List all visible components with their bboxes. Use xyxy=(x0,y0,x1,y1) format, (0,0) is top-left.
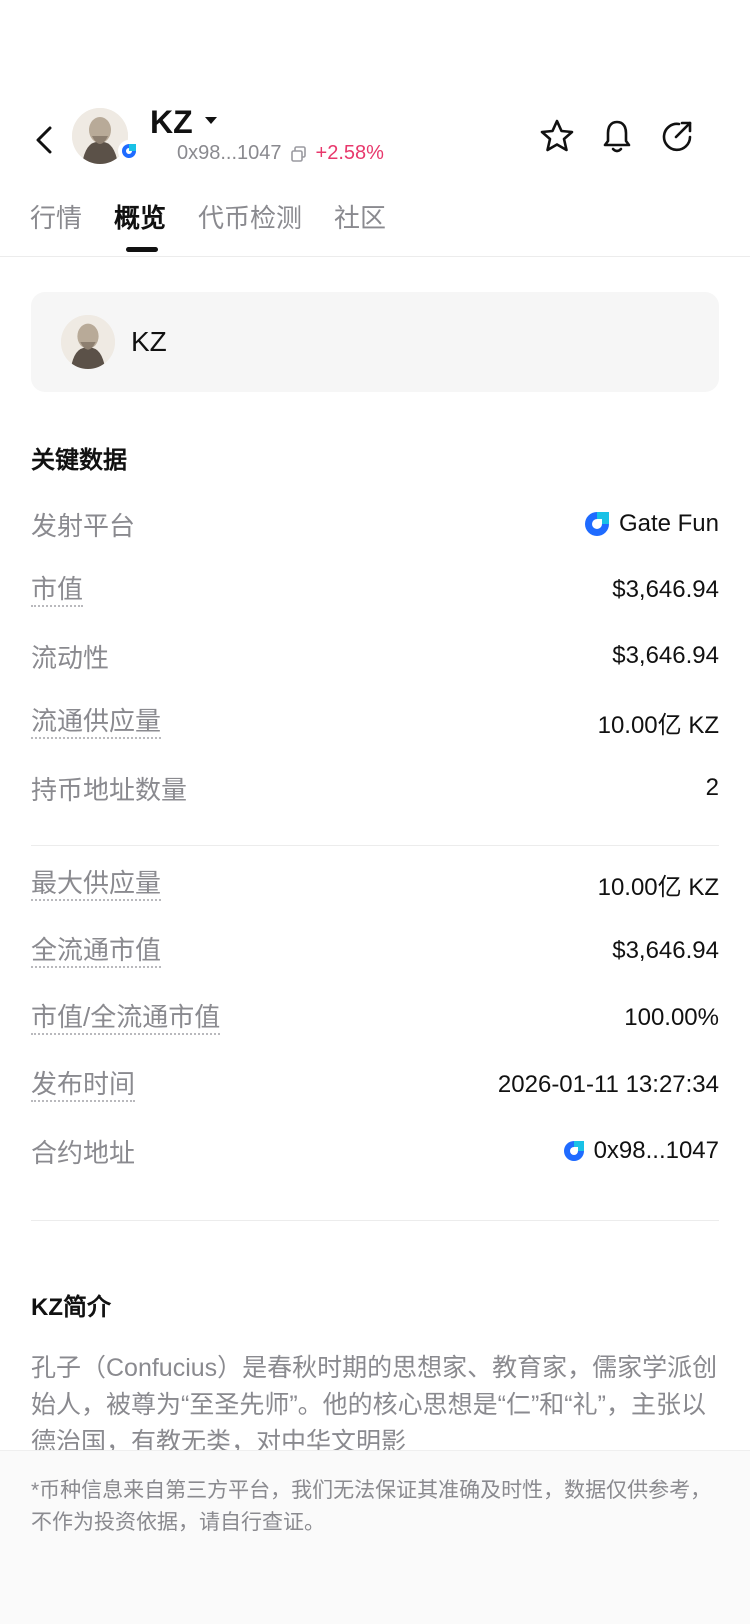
copy-icon[interactable] xyxy=(290,145,308,163)
chevron-down-icon[interactable] xyxy=(203,114,219,126)
row-launch-platform: 发射平台 Gate Fun xyxy=(31,504,719,544)
address-row: 0x98...1047 +2.58% xyxy=(177,142,384,165)
row-liquidity: 流动性 $3,646.94 xyxy=(31,636,719,676)
token-avatar-small xyxy=(61,315,115,369)
label-max-supply[interactable]: 最大供应量 xyxy=(31,867,162,901)
tabs-divider xyxy=(0,256,750,257)
gate-fun-logo-icon xyxy=(584,512,609,536)
row-contract-address: 合约地址 0x98...1047 xyxy=(31,1131,719,1171)
value-market-cap: $3,646.94 xyxy=(612,576,719,603)
token-card: KZ xyxy=(31,292,719,392)
tab-token-check[interactable]: 代币检测 xyxy=(198,198,302,246)
label-contract-address: 合约地址 xyxy=(31,1137,136,1168)
value-fdv: $3,646.94 xyxy=(612,937,719,964)
value-contract-address[interactable]: 0x98...1047 xyxy=(562,1137,719,1165)
row-market-cap: 市值 $3,646.94 xyxy=(31,570,719,610)
label-circulating-supply[interactable]: 流通供应量 xyxy=(31,705,162,739)
row-fdv: 全流通市值 $3,646.94 xyxy=(31,931,719,971)
value-mc-fdv-ratio: 100.00% xyxy=(624,1004,719,1031)
value-liquidity: $3,646.94 xyxy=(612,642,719,669)
launch-platform-text: Gate Fun xyxy=(618,510,719,537)
token-header: KZ 0x98...1047 +2.58% xyxy=(0,100,750,180)
key-data-divider xyxy=(31,845,719,846)
tab-market[interactable]: 行情 xyxy=(30,198,82,246)
value-launch-platform[interactable]: Gate Fun xyxy=(583,510,719,538)
row-holders: 持币地址数量 2 xyxy=(31,768,719,808)
contract-address-short: 0x98...1047 xyxy=(177,142,282,164)
row-circulating-supply: 流通供应量 10.00亿 KZ xyxy=(31,702,719,742)
price-change: +2.58% xyxy=(315,142,384,164)
label-liquidity: 流动性 xyxy=(31,642,110,673)
token-symbol[interactable]: KZ xyxy=(150,104,193,141)
tab-overview[interactable]: 概览 xyxy=(114,198,166,252)
label-fdv[interactable]: 全流通市值 xyxy=(31,934,162,968)
disclaimer-footer: *币种信息来自第三方平台，我们无法保证其准确及时性，数据仅供参考，不作为投资依据… xyxy=(0,1450,750,1624)
label-launch-platform: 发射平台 xyxy=(31,510,136,541)
share-icon[interactable] xyxy=(657,116,697,156)
tab-community[interactable]: 社区 xyxy=(334,198,386,246)
label-mc-fdv-ratio[interactable]: 市值/全流通市值 xyxy=(31,1001,221,1035)
token-card-name: KZ xyxy=(131,326,167,357)
star-icon[interactable] xyxy=(537,116,577,156)
intro-text: 孔子（Confucius）是春秋时期的思想家、教育家，儒家学派创始人，被尊为“至… xyxy=(31,1354,718,1450)
label-release-time[interactable]: 发布时间 xyxy=(31,1068,136,1102)
value-holders: 2 xyxy=(705,774,719,801)
disclaimer-text: *币种信息来自第三方平台，我们无法保证其准确及时性，数据仅供参考，不作为投资依据… xyxy=(31,1479,712,1534)
row-mc-fdv-ratio: 市值/全流通市值 100.00% xyxy=(31,998,719,1038)
value-release-time: 2026-01-11 13:27:34 xyxy=(497,1071,719,1098)
intro-divider xyxy=(31,1220,719,1221)
chain-icon xyxy=(563,1141,584,1161)
value-max-supply: 10.00亿 KZ xyxy=(597,873,719,901)
tab-bar: 行情 概览 代币检测 社区 xyxy=(30,198,386,252)
label-market-cap[interactable]: 市值 xyxy=(31,573,84,607)
gate-fun-badge-icon xyxy=(118,140,140,162)
row-release-time: 发布时间 2026-01-11 13:27:34 xyxy=(31,1065,719,1105)
bell-icon[interactable] xyxy=(597,116,637,156)
back-icon[interactable] xyxy=(30,120,60,160)
label-holders: 持币地址数量 xyxy=(31,774,188,805)
value-circulating-supply: 10.00亿 KZ xyxy=(597,711,719,739)
key-data-title: 关键数据 xyxy=(31,447,127,474)
contract-address-text: 0x98...1047 xyxy=(593,1137,719,1164)
intro-title: KZ简介 xyxy=(31,1294,111,1321)
row-max-supply: 最大供应量 10.00亿 KZ xyxy=(31,864,719,904)
